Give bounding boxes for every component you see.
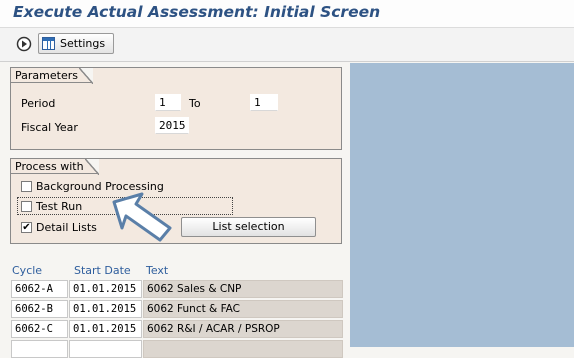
cycle-cell[interactable]: 6062-A xyxy=(11,280,68,298)
test-run-checkbox[interactable] xyxy=(21,201,32,212)
period-from-field[interactable]: 1 xyxy=(155,94,181,111)
cycle-cell[interactable]: 6062-B xyxy=(11,300,68,318)
start-date-cell-empty[interactable] xyxy=(69,340,142,358)
test-run-label: Test Run xyxy=(36,200,83,213)
list-selection-button[interactable]: List selection xyxy=(181,217,316,237)
page-title: Execute Actual Assessment: Initial Scree… xyxy=(13,3,381,21)
background-panel xyxy=(350,63,574,347)
period-to-label: To xyxy=(189,97,201,110)
pointer-arrow-icon xyxy=(112,192,172,242)
text-cell-empty xyxy=(143,340,343,358)
cycle-cell[interactable]: 6062-C xyxy=(11,320,68,338)
start-date-cell[interactable]: 01.01.2015 xyxy=(69,300,142,318)
period-label: Period xyxy=(21,97,56,110)
column-header-cycle: Cycle xyxy=(12,264,43,277)
start-date-cell[interactable]: 01.01.2015 xyxy=(69,320,142,338)
settings-button-label: Settings xyxy=(60,37,106,50)
check-mark-icon: ✔ xyxy=(22,222,31,233)
detail-lists-checkbox[interactable]: ✔ xyxy=(21,222,32,233)
cycle-cell-empty[interactable] xyxy=(11,340,68,358)
background-processing-checkbox[interactable] xyxy=(21,181,32,192)
parameters-group-title: Parameters xyxy=(11,68,93,84)
execute-button[interactable] xyxy=(15,36,32,52)
table-settings-icon xyxy=(42,37,55,50)
title-bar: Execute Actual Assessment: Initial Scree… xyxy=(0,0,574,28)
text-cell: 6062 Funct & FAC xyxy=(143,300,343,318)
execute-icon xyxy=(16,36,31,52)
text-cell: 6062 R&I / ACAR / PSROP xyxy=(143,320,343,338)
column-header-text: Text xyxy=(146,264,169,277)
detail-lists-label: Detail Lists xyxy=(36,221,97,234)
text-cell: 6062 Sales & CNP xyxy=(143,280,343,298)
settings-button[interactable]: Settings xyxy=(38,33,114,54)
process-with-group-title: Process with xyxy=(11,159,99,175)
fiscal-year-label: Fiscal Year xyxy=(21,121,78,134)
start-date-cell[interactable]: 01.01.2015 xyxy=(69,280,142,298)
column-header-start-date: Start Date xyxy=(74,264,131,277)
period-to-field[interactable]: 1 xyxy=(250,94,278,111)
fiscal-year-field[interactable]: 2015 xyxy=(155,117,189,134)
